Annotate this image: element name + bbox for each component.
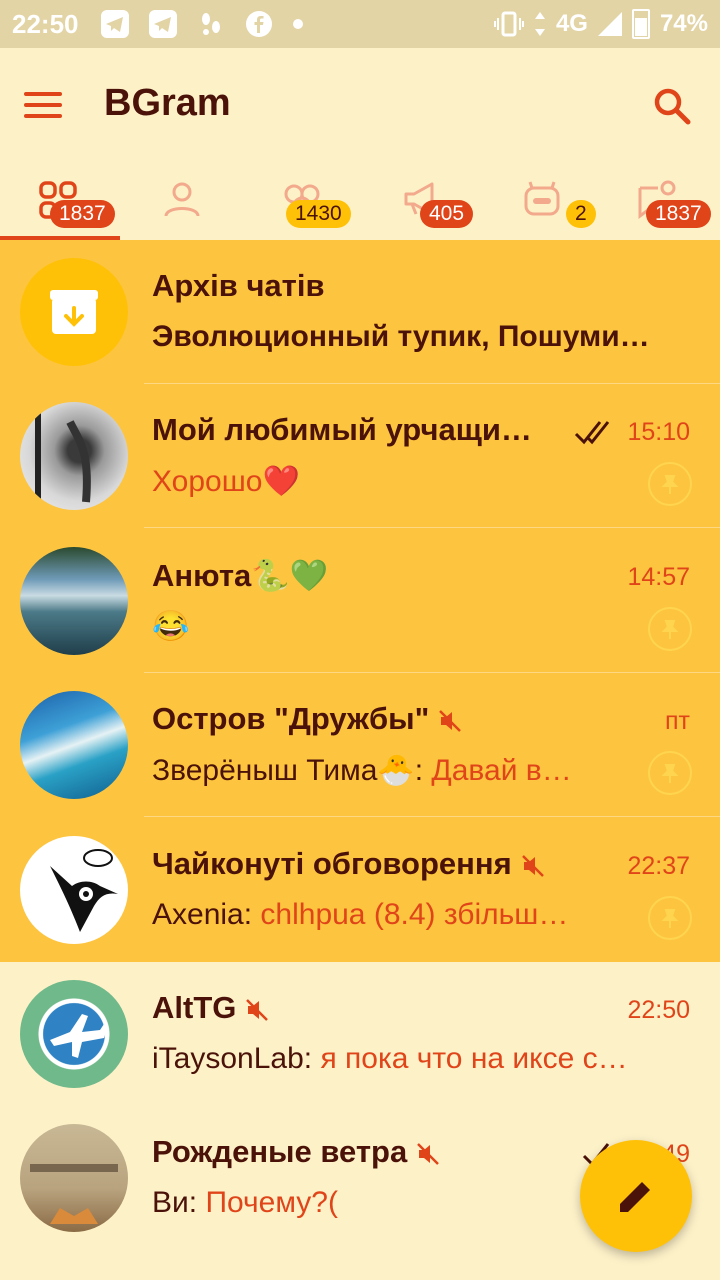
- chat-sender: iTaysonLab:: [152, 1042, 321, 1075]
- chat-time: 22:37: [627, 852, 690, 880]
- muted-icon: [521, 854, 544, 877]
- avatar: [20, 980, 128, 1088]
- chat-row[interactable]: Мой любимый урчащи… 15:10 Хорошо❤️: [0, 384, 720, 528]
- vibrate-icon: [493, 11, 524, 37]
- compose-button[interactable]: [580, 1140, 692, 1252]
- signal-icon: [597, 12, 622, 36]
- tab-badge: 1837: [646, 200, 711, 228]
- archive-avatar: [20, 258, 128, 366]
- tab-badge: 1430: [286, 200, 351, 228]
- avatar: [20, 547, 128, 655]
- chat-row[interactable]: AltTG 22:50 iTaysonLab: я пока что на ик…: [0, 962, 720, 1106]
- avatar: [20, 691, 128, 799]
- chat-row[interactable]: Анюта🐍💚 14:57 😂: [0, 529, 720, 673]
- chat-title: Мой любимый урчащи…: [152, 412, 532, 447]
- search-icon[interactable]: [652, 86, 692, 126]
- tab-badge: 405: [420, 200, 474, 228]
- chat-row[interactable]: Чайконуті обговорення 22:37 Axenia: chlh…: [0, 818, 720, 962]
- chat-title: Архів чатів: [152, 268, 325, 303]
- pin-icon: [648, 607, 692, 651]
- app-title: BGram: [104, 82, 231, 124]
- dot-icon: [292, 19, 303, 29]
- tab-channels[interactable]: 405: [360, 160, 480, 240]
- tab-bots[interactable]: 2: [480, 160, 600, 240]
- chat-sender: Зверёныш Тима🐣:: [152, 754, 432, 787]
- chat-preview: Почему?(: [205, 1186, 338, 1219]
- archive-icon: [50, 290, 98, 334]
- tab-badge: 2: [566, 200, 596, 228]
- tab-groups[interactable]: 1430: [240, 160, 360, 240]
- tab-unread[interactable]: 1837: [600, 160, 720, 240]
- chat-time: 15:10: [627, 418, 690, 446]
- avatar-image: [50, 849, 118, 932]
- airplane-icon: [50, 1014, 108, 1058]
- menu-icon[interactable]: [24, 92, 62, 118]
- tab-personal[interactable]: [120, 160, 240, 240]
- avatar: [20, 1124, 128, 1232]
- divider: [144, 527, 720, 528]
- battery-level: 74%: [659, 10, 708, 37]
- tab-badge: 1837: [50, 200, 115, 228]
- battery-icon: [631, 9, 650, 39]
- system-icons: 4G 74%: [493, 0, 708, 48]
- facebook-icon: [245, 11, 272, 37]
- double-check-icon: [574, 421, 610, 445]
- tab-all-chats[interactable]: 1837: [0, 160, 120, 240]
- chat-time: 22:50: [627, 996, 690, 1024]
- telegram-icon: [100, 10, 129, 38]
- chat-title: Рожденые ветра: [152, 1134, 441, 1170]
- bot-icon: [524, 181, 560, 216]
- app-bar: BGram: [0, 48, 720, 160]
- person-icon: [164, 182, 200, 217]
- chat-time: пт: [665, 707, 690, 735]
- muted-icon: [417, 1142, 440, 1165]
- folder-tabs: 1837 1430 405 2 1837: [0, 160, 720, 240]
- avatar: [20, 836, 128, 944]
- network-type: 4G: [555, 10, 588, 37]
- status-time: 22:50: [12, 8, 79, 39]
- chat-preview: chlhpua (8.4) збільш…: [260, 898, 569, 931]
- pencil-icon: [620, 1182, 650, 1212]
- chat-preview: Давай в…: [431, 754, 572, 787]
- chat-preview: я пока что на иксе с…: [320, 1042, 628, 1075]
- avatar-image: [35, 402, 91, 510]
- data-arrows-icon: [534, 12, 545, 36]
- chat-preview: 😂: [152, 610, 190, 643]
- chat-preview: Хорошо❤️: [152, 465, 300, 498]
- divider: [144, 816, 720, 817]
- chat-title: AltTG: [152, 990, 270, 1026]
- archive-row[interactable]: Архів чатів Эволюционный тупик, Пошуми…: [0, 240, 720, 384]
- chat-title: Остров "Дружбы": [152, 701, 463, 737]
- chat-preview: Эволюционный тупик, Пошуми…: [152, 320, 650, 353]
- notification-icons: [100, 10, 303, 38]
- chat-sender: Ви:: [152, 1186, 206, 1219]
- pin-icon: [648, 751, 692, 795]
- muted-icon: [439, 709, 462, 732]
- avatar: [20, 402, 128, 510]
- chat-title: Анюта🐍💚: [152, 558, 329, 593]
- pin-icon: [648, 896, 692, 940]
- chat-title: Чайконуті обговорення: [152, 846, 546, 882]
- muted-icon: [246, 998, 269, 1021]
- chat-time: 14:57: [627, 563, 690, 591]
- chat-row[interactable]: Остров "Дружбы" пт Зверёныш Тима🐣: Давай…: [0, 673, 720, 817]
- chat-sender: Axenia:: [152, 898, 261, 931]
- status-bar: 22:50 4G 74%: [0, 0, 720, 48]
- footsteps-icon: [201, 13, 220, 35]
- avatar-image: [30, 1164, 118, 1224]
- telegram-icon: [148, 10, 177, 38]
- pin-icon: [648, 462, 692, 506]
